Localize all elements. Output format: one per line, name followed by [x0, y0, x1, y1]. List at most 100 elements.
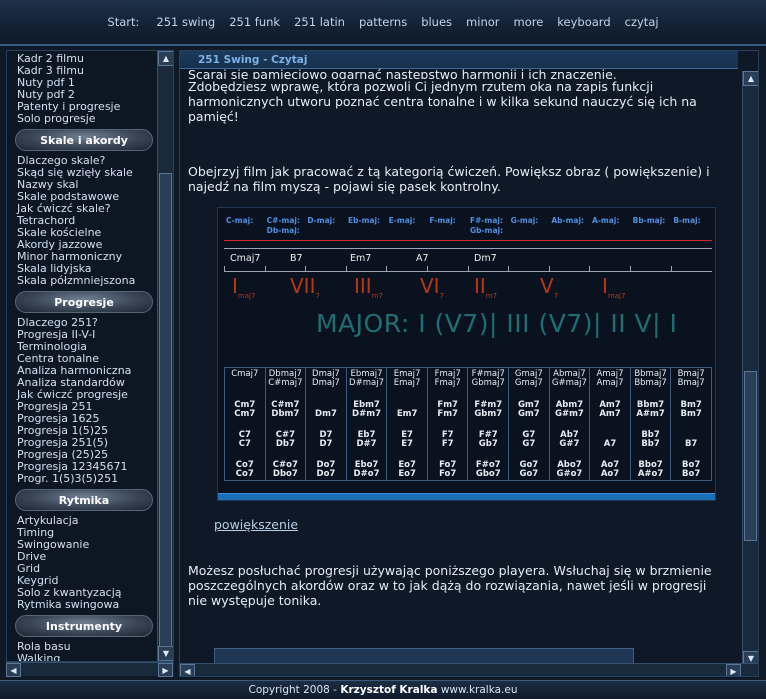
key-label[interactable]: D-maj: — [307, 216, 335, 226]
scroll-left-button[interactable]: ◀ — [180, 664, 195, 676]
key-label[interactable]: Bb-maj: — [633, 216, 666, 226]
sidebar-item[interactable]: Walking — [17, 653, 162, 662]
roman-numeral: Imaj7 — [602, 274, 625, 300]
video-player[interactable]: C-maj: C#-maj: Db-maj: D-maj: Eb-maj: E-maj: F… — [217, 207, 716, 501]
divider-line — [224, 240, 712, 241]
chord-grid-cell: Co7 — [235, 469, 254, 479]
key-label[interactable]: B-maj: — [673, 216, 700, 226]
key-label[interactable]: F#-maj: Gb-maj: — [470, 216, 503, 236]
sidebar-section-header[interactable]: Skale i akordy — [15, 129, 153, 151]
sidebar-item[interactable]: Solo progresje — [17, 113, 162, 125]
key-label-primary: Bb-maj: — [632, 216, 666, 225]
nav-item-blues[interactable]: blues — [421, 15, 452, 29]
chord-grid-cell: Bb7 — [641, 439, 660, 449]
chord-grid-cell: Emaj7 — [393, 378, 421, 388]
sidebar-item[interactable]: Rytmika swingowa — [17, 599, 162, 611]
chord-grid-cell: Fm7 — [437, 409, 458, 419]
beat-tick — [548, 266, 550, 272]
scroll-thumb[interactable] — [744, 371, 757, 541]
chord-grid-cell: Fmaj7 — [434, 378, 461, 388]
nav-item-czytaj[interactable]: czytaj — [625, 15, 659, 29]
scroll-up-button[interactable]: ▲ — [743, 71, 758, 86]
nav-item-patterns[interactable]: patterns — [359, 15, 407, 29]
chord-grid-cell: G#maj7 — [551, 378, 587, 388]
key-label-primary: Eb-maj: — [348, 216, 381, 225]
scroll-down-button[interactable]: ▼ — [158, 646, 173, 661]
scroll-thumb[interactable] — [159, 173, 172, 659]
beat-tick — [467, 266, 469, 272]
key-label-alt: Gb-maj: — [470, 226, 504, 235]
chord-grid-column: Amaj7 Amaj7 Am7 Am7 A7 Ao7 Ao7 — [590, 368, 631, 480]
nav-item-251-latin[interactable]: 251 latin — [294, 15, 345, 29]
key-label[interactable]: Ab-maj: — [551, 216, 584, 226]
key-label[interactable]: F-maj: — [429, 216, 455, 226]
key-row: C-maj: C#-maj: Db-maj: D-maj: Eb-maj: E-maj: F… — [218, 212, 715, 242]
chord-label: B7 — [290, 253, 303, 264]
roman-numeral: V7 — [540, 274, 558, 300]
chord-grid-cell: A#m7 — [636, 409, 665, 419]
roman-numeral-degree: III — [354, 274, 372, 298]
chord-grid-column: Abmaj7 G#maj7 Abm7 G#m7 Ab7 G#7 Abo7 G#o7 — [550, 368, 591, 480]
roman-numeral-degree: V — [540, 274, 554, 298]
key-label[interactable]: C#-maj: Db-maj: — [267, 216, 300, 236]
content-scrollbar[interactable]: ▲ ▼ — [742, 71, 758, 666]
sidebar-menu: Kadr 2 filmu Kadr 3 filmu Nuty pdf 1 Nuty p… — [15, 53, 162, 662]
paragraph-memorize: Zdobędziesz wprawę, która pozwoli Ci jed… — [188, 79, 697, 124]
key-label[interactable]: A-maj: — [592, 216, 619, 226]
sidebar-scrollbar[interactable]: ▲ ▼ — [157, 51, 173, 661]
key-label-primary: B-maj: — [673, 216, 701, 225]
footer-site[interactable]: www.kralka.eu — [437, 684, 518, 696]
content-h-scrollbar[interactable]: ◀ ▶ — [180, 663, 758, 676]
chord-grid-cell: D#7 — [356, 439, 377, 449]
sidebar-section-header[interactable]: Progresje — [15, 291, 153, 313]
key-label[interactable]: C-maj: — [226, 216, 253, 226]
chord-grid-cell: Db7 — [275, 439, 295, 449]
major-progression-text: MAJOR: I (V7)| III (V7)| II V| I — [316, 309, 678, 338]
chord-grid-cell: Do7 — [316, 469, 336, 479]
key-label[interactable]: E-maj: — [389, 216, 416, 226]
scroll-right-button[interactable]: ▶ — [158, 663, 173, 677]
scroll-up-button[interactable]: ▲ — [158, 51, 173, 66]
chord-grid-cell: Cmaj7 — [231, 369, 259, 379]
paragraph-player: Możesz posłuchać progresji używając poni… — [188, 563, 712, 608]
chord-grid-cell: Eo7 — [398, 469, 416, 479]
key-label[interactable]: G-maj: — [511, 216, 539, 226]
roman-numeral-quality: maj7 — [607, 292, 626, 300]
chord-grid-cell: Bo7 — [682, 469, 701, 479]
chord-grid-column: F#maj7 Gbmaj7 F#m7 Gbm7 F#7 Gb7 F#o7 Gbo7 — [468, 368, 510, 480]
chord-grid-cell: Gm7 — [517, 409, 540, 419]
chord-grid-cell: G#o7 — [556, 469, 583, 479]
chord-grid-cell: D#maj7 — [349, 378, 384, 388]
sidebar-item[interactable]: Skala półzmniejszona — [17, 275, 162, 287]
scroll-left-button[interactable]: ◀ — [6, 663, 21, 677]
nav-item-keyboard[interactable]: keyboard — [557, 15, 610, 29]
sidebar-section-header[interactable]: Rytmika — [15, 489, 153, 511]
chord-label: Em7 — [350, 253, 372, 264]
roman-numeral-quality: 7 — [553, 292, 559, 300]
sidebar-section-header[interactable]: Instrumenty — [15, 615, 153, 637]
nav-item-minor[interactable]: minor — [466, 15, 499, 29]
beat-tick — [670, 266, 672, 272]
nav-item-251-funk[interactable]: 251 funk — [229, 15, 280, 29]
chord-grid-column: Fmaj7 Fmaj7 Fm7 Fm7 F7 F7 Fo7 Fo7 — [428, 368, 469, 480]
chord-grid-cell: Am7 — [599, 409, 621, 419]
key-label-primary: C-maj: — [226, 216, 254, 225]
chord-label: A7 — [416, 253, 429, 264]
chord-grid-cell: Amaj7 — [596, 378, 624, 388]
beat-tick — [305, 266, 307, 272]
scroll-right-button[interactable]: ▶ — [726, 664, 741, 676]
roman-numeral-quality: m7 — [485, 292, 498, 300]
roman-numeral: VI7 — [420, 274, 444, 300]
chord-grid-cell: G#7 — [559, 439, 580, 449]
key-label[interactable]: Eb-maj: — [348, 216, 380, 226]
key-label-alt: Db-maj: — [266, 226, 300, 235]
nav-item-more[interactable]: more — [514, 15, 544, 29]
sidebar-h-scrollbar[interactable]: ◀ ▶ — [6, 662, 174, 677]
sidebar-item[interactable]: Progr. 1(5)3(5)251 — [17, 473, 162, 485]
key-label-primary: G-maj: — [510, 216, 539, 225]
nav-item-251-swing[interactable]: 251 swing — [156, 15, 215, 29]
chord-grid-cell: Gmaj7 — [514, 378, 543, 388]
enlarge-link[interactable]: powiększenie — [214, 517, 298, 532]
video-control-bar[interactable] — [218, 493, 715, 500]
key-label-primary: C#-maj: — [266, 216, 301, 225]
